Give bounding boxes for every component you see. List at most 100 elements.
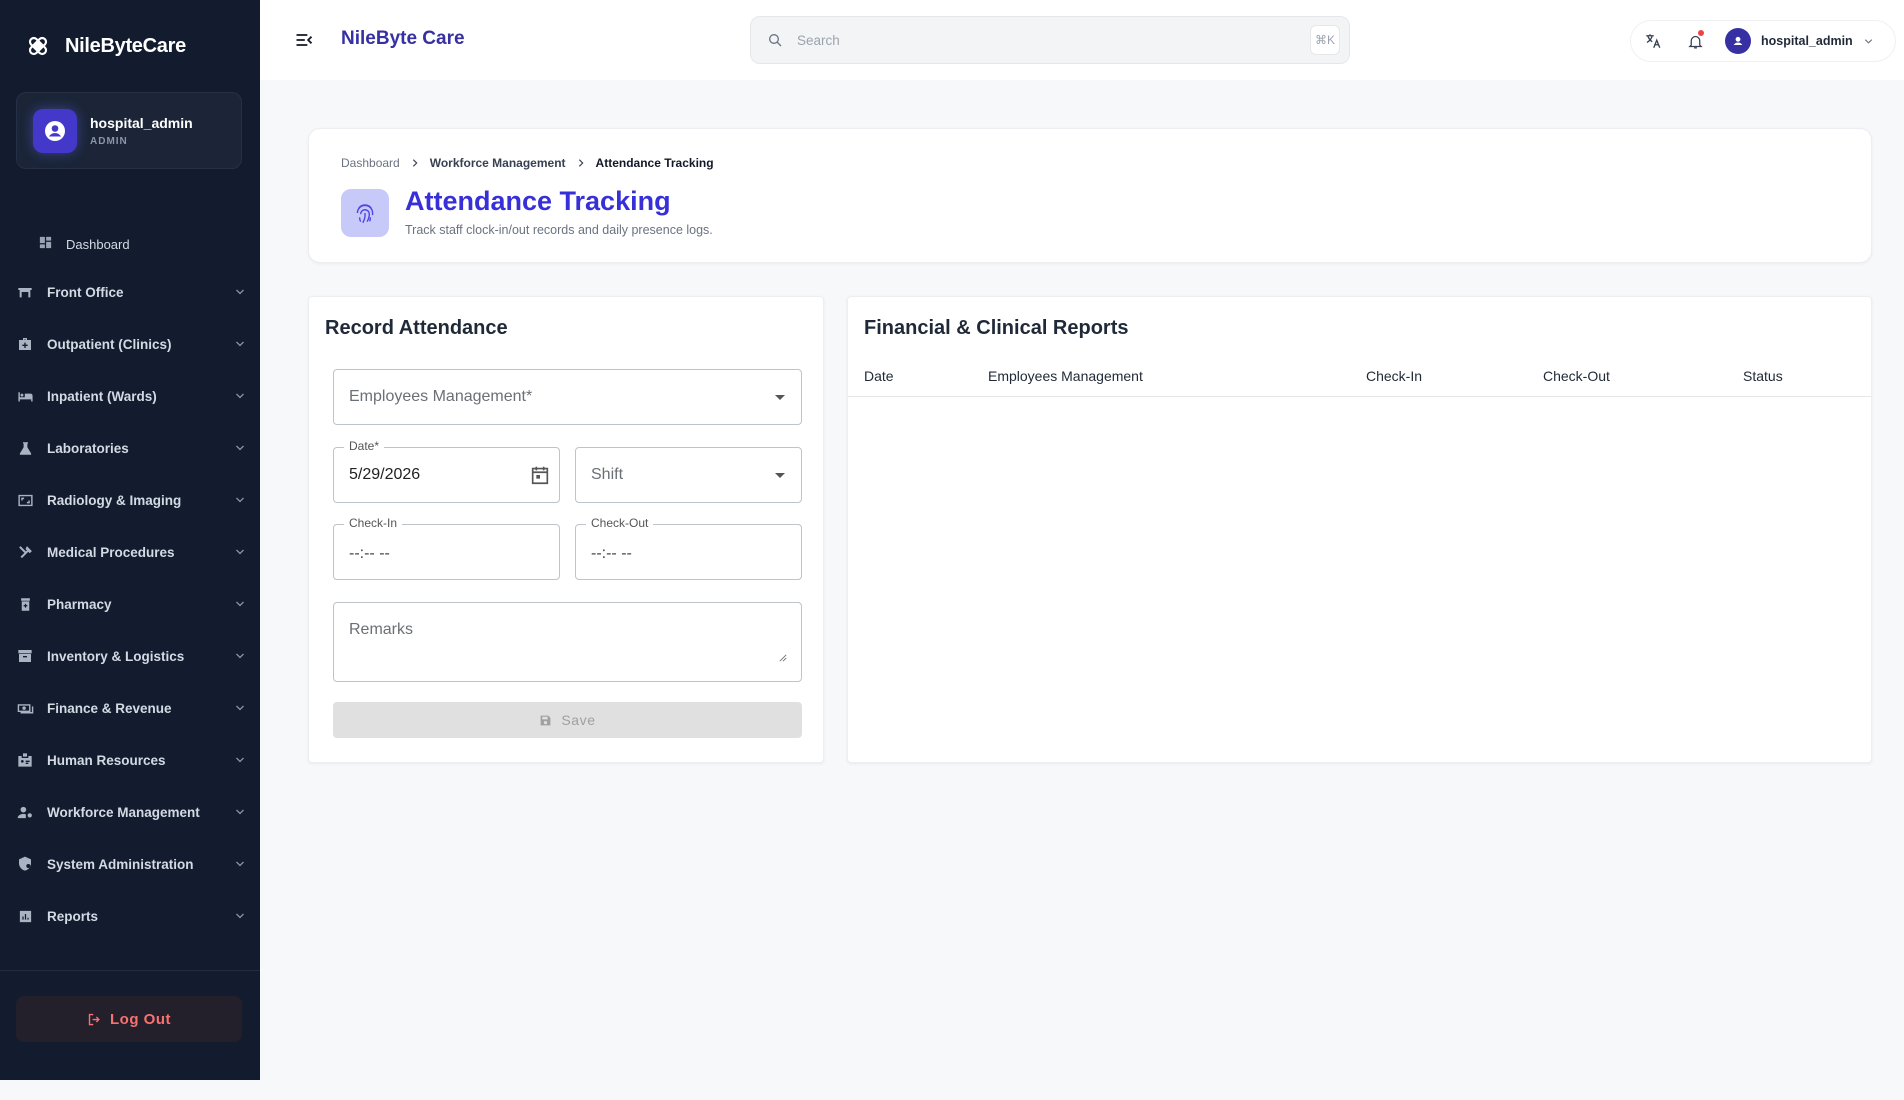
- avatar: [33, 108, 77, 153]
- breadcrumb-dashboard[interactable]: Dashboard: [341, 156, 400, 170]
- user-circle-icon: [45, 120, 65, 141]
- sidebar-item-human-resources[interactable]: Human Resources: [0, 734, 260, 786]
- user-role: ADMIN: [90, 135, 128, 147]
- check-out-label: Check-Out: [586, 516, 654, 530]
- translate-button[interactable]: [1633, 21, 1673, 61]
- sidebar-item-pharmacy[interactable]: Pharmacy: [0, 578, 260, 630]
- column-header-status[interactable]: Status: [1743, 368, 1783, 384]
- badge-icon: [16, 751, 34, 769]
- search-icon: [769, 34, 782, 47]
- shift-select[interactable]: Shift: [575, 447, 802, 503]
- sidebar-nav: Dashboard Front Office Outpatient (Clini…: [0, 222, 260, 942]
- notifications-button[interactable]: [1675, 21, 1715, 61]
- table-header: Date Employees Management Check-In Check…: [848, 353, 1871, 397]
- breadcrumb: Dashboard Workforce Management Attendanc…: [341, 156, 714, 170]
- sidebar-item-laboratories[interactable]: Laboratories: [0, 422, 260, 474]
- save-button[interactable]: Save: [333, 702, 802, 738]
- front-office-icon: [16, 283, 34, 301]
- shift-select-placeholder: Shift: [591, 466, 624, 483]
- sidebar-item-system-administration[interactable]: System Administration: [0, 838, 260, 890]
- sidebar-item-medical-procedures[interactable]: Medical Procedures: [0, 526, 260, 578]
- scan-icon: [16, 491, 34, 509]
- chevron-right-icon: [576, 158, 586, 168]
- employee-select-placeholder: Employees Management*: [349, 388, 533, 405]
- sidebar-item-dashboard[interactable]: Dashboard: [0, 222, 260, 266]
- chevron-down-icon: [236, 653, 244, 659]
- sidebar-item-label: Laboratories: [47, 440, 129, 456]
- caret-down-icon: [775, 395, 785, 400]
- chevron-down-icon: [236, 861, 244, 867]
- date-field[interactable]: Date* 5/29/2026: [333, 439, 560, 503]
- avatar: [1725, 28, 1751, 54]
- user-name: hospital_admin: [90, 114, 193, 131]
- sidebar-item-radiology[interactable]: Radiology & Imaging: [0, 474, 260, 526]
- sidebar-item-inventory[interactable]: Inventory & Logistics: [0, 630, 260, 682]
- sidebar-item-label: Medical Procedures: [47, 544, 175, 560]
- sidebar: NileByteCare hospital_admin ADMIN Dashbo…: [0, 0, 260, 1080]
- calendar-icon[interactable]: [529, 464, 551, 491]
- sidebar-item-workforce-management[interactable]: Workforce Management: [0, 786, 260, 838]
- inventory-icon: [16, 647, 34, 665]
- chevron-down-icon: [236, 705, 244, 711]
- sidebar-item-label: Finance & Revenue: [47, 700, 172, 716]
- date-label: Date*: [344, 439, 385, 453]
- brand[interactable]: NileByteCare: [0, 0, 260, 92]
- translate-icon: [1646, 34, 1661, 49]
- check-in-value: --:-- --: [349, 545, 390, 562]
- user-card[interactable]: hospital_admin ADMIN: [16, 92, 242, 169]
- people-gear-icon: [16, 803, 34, 821]
- sidebar-item-label: Inpatient (Wards): [47, 388, 157, 404]
- breadcrumb-workforce[interactable]: Workforce Management: [430, 156, 566, 170]
- sidebar-item-reports[interactable]: Reports: [0, 890, 260, 942]
- column-header-check-in[interactable]: Check-In: [1366, 368, 1422, 384]
- shortcut-badge: ⌘K: [1310, 25, 1340, 55]
- chevron-down-icon: [236, 549, 244, 555]
- sidebar-item-label: Inventory & Logistics: [47, 648, 185, 664]
- sidebar-item-front-office[interactable]: Front Office: [0, 266, 260, 318]
- employee-select[interactable]: Employees Management*: [333, 369, 802, 425]
- sidebar-item-label: Human Resources: [47, 752, 166, 768]
- tools-icon: [16, 543, 34, 561]
- save-label: Save: [561, 712, 596, 728]
- sidebar-item-label: Reports: [47, 908, 99, 924]
- brand-name: NileByteCare: [65, 34, 186, 57]
- page-header-card: Dashboard Workforce Management Attendanc…: [308, 128, 1872, 263]
- sidebar-item-label: Front Office: [47, 284, 124, 300]
- shield-gear-icon: [16, 855, 34, 873]
- sidebar-item-outpatient[interactable]: Outpatient (Clinics): [0, 318, 260, 370]
- chevron-down-icon: [236, 757, 244, 763]
- sidebar-item-label: Pharmacy: [47, 596, 112, 612]
- date-value: 5/29/2026: [349, 466, 421, 483]
- sidebar-item-label: System Administration: [47, 856, 194, 872]
- logout-label: Log Out: [110, 1010, 171, 1028]
- bed-icon: [16, 387, 34, 405]
- top-header: NileByte Care Search ⌘K hospital_admin: [260, 0, 1904, 80]
- search-input[interactable]: Search: [797, 33, 1310, 48]
- logout-button[interactable]: Log Out: [16, 996, 242, 1042]
- column-header-date[interactable]: Date: [864, 368, 894, 384]
- briefcase-medical-icon: [16, 335, 34, 353]
- logout-icon: [87, 1012, 102, 1027]
- header-username: hospital_admin: [1761, 34, 1853, 48]
- column-header-check-out[interactable]: Check-Out: [1543, 368, 1610, 384]
- column-header-employee[interactable]: Employees Management: [988, 368, 1143, 384]
- search-bar[interactable]: Search ⌘K: [750, 16, 1350, 64]
- save-icon: [539, 714, 552, 727]
- caret-down-icon: [775, 473, 785, 478]
- remarks-textarea[interactable]: Remarks: [333, 602, 802, 682]
- chevron-down-icon: [236, 497, 244, 503]
- report-chart-icon: [16, 907, 34, 925]
- check-in-field[interactable]: Check-In --:-- --: [333, 516, 560, 580]
- check-out-value: --:-- --: [591, 545, 632, 562]
- header-actions: hospital_admin: [1630, 20, 1896, 62]
- menu-toggle-button[interactable]: [294, 30, 314, 55]
- resize-handle-icon[interactable]: [779, 649, 787, 667]
- sidebar-item-inpatient[interactable]: Inpatient (Wards): [0, 370, 260, 422]
- check-out-field[interactable]: Check-Out --:-- --: [575, 516, 802, 580]
- header-title: NileByte Care: [341, 28, 465, 49]
- page-title: Attendance Tracking: [405, 186, 671, 216]
- fingerprint-icon: [341, 189, 389, 237]
- sidebar-item-finance[interactable]: Finance & Revenue: [0, 682, 260, 734]
- sidebar-item-label: Outpatient (Clinics): [47, 336, 172, 352]
- user-menu[interactable]: hospital_admin: [1725, 28, 1874, 54]
